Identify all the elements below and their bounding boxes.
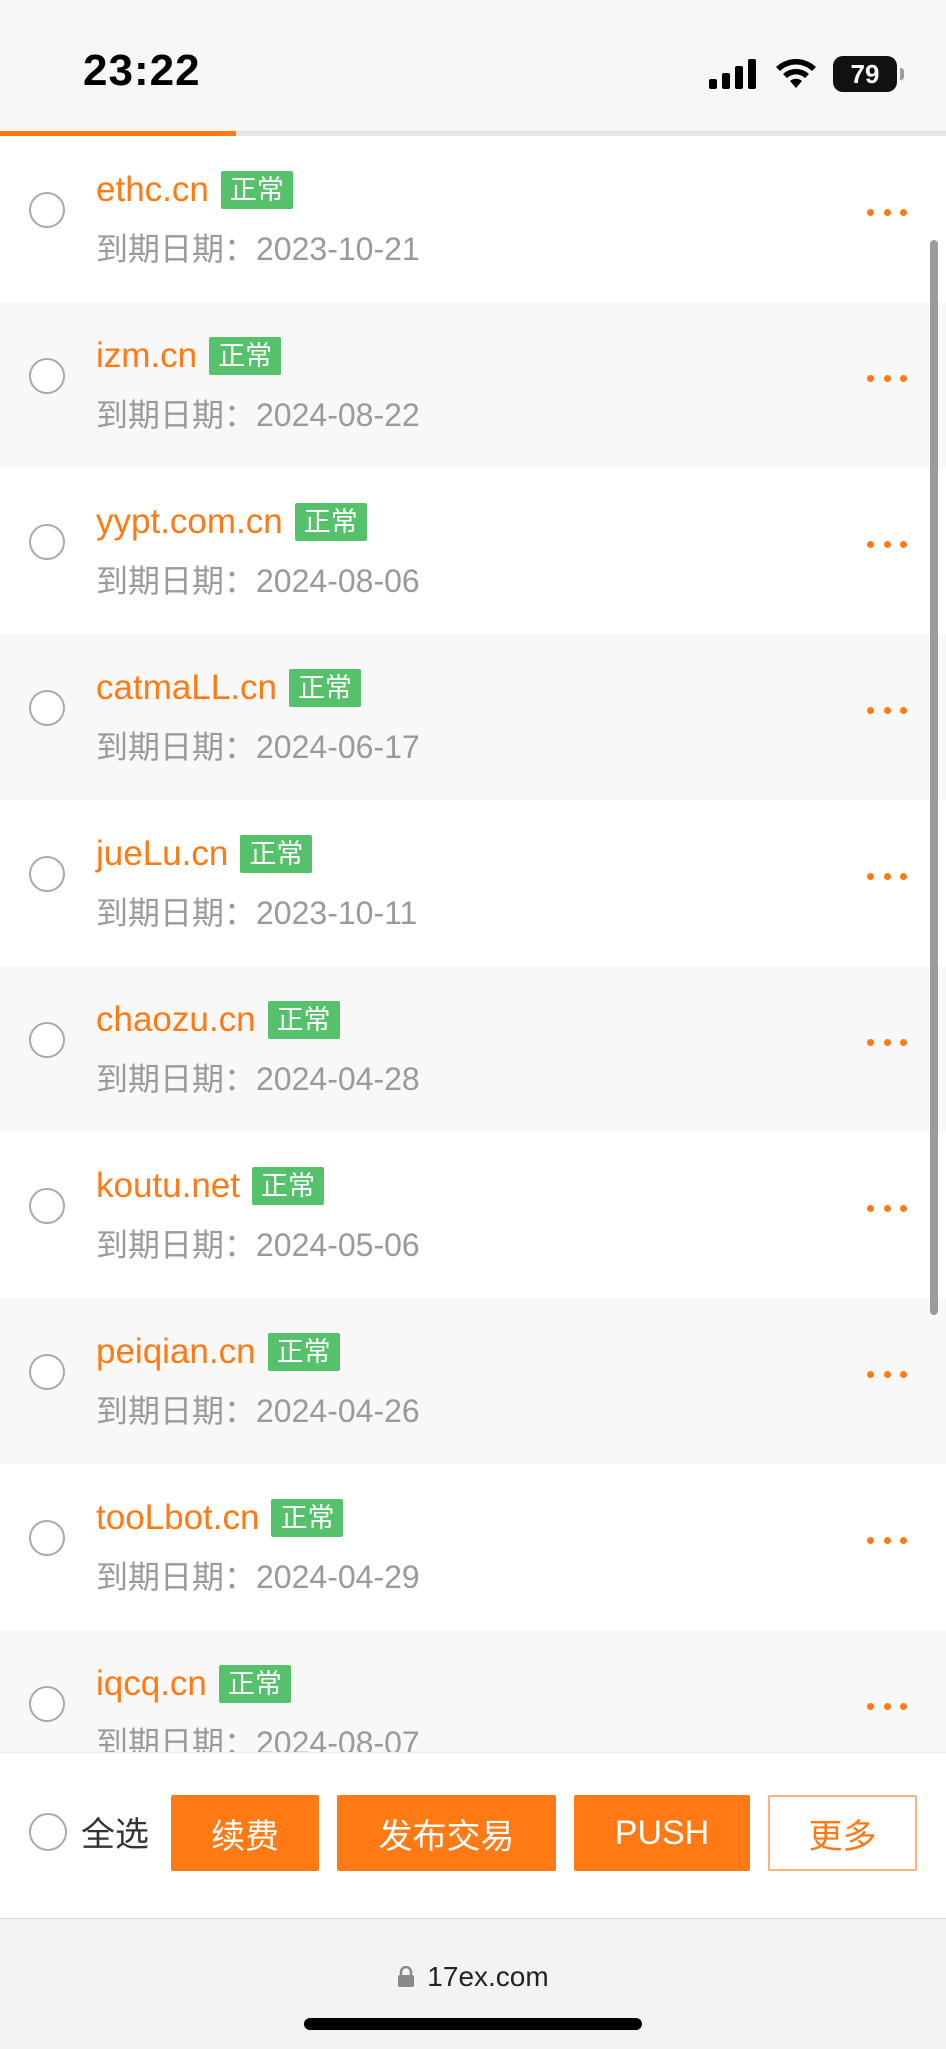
domain-name[interactable]: tooLbot.cn — [96, 1496, 259, 1540]
url-display[interactable]: 17ex.com — [0, 1961, 946, 1993]
row-radio[interactable] — [29, 1686, 65, 1722]
row-radio[interactable] — [29, 1354, 65, 1390]
status-bar: 23:22 79 — [0, 0, 946, 132]
scrollbar[interactable] — [930, 240, 938, 1315]
domain-name[interactable]: catmaLL.cn — [96, 666, 277, 710]
expiry-date: 到期日期：2024-06-17 — [96, 729, 420, 765]
domain-row[interactable]: iqcq.cn 正常 到期日期：2024-08-07 — [0, 1630, 946, 1752]
status-badge: 正常 — [288, 669, 361, 707]
domain-name[interactable]: jueLu.cn — [96, 832, 228, 876]
row-radio[interactable] — [29, 1520, 65, 1556]
expiry-date: 到期日期：2024-05-06 — [96, 1227, 420, 1263]
battery-icon: 79 — [833, 56, 904, 92]
row-radio[interactable] — [29, 690, 65, 726]
lock-icon — [398, 1966, 415, 1987]
domain-name[interactable]: koutu.net — [96, 1164, 240, 1208]
row-radio[interactable] — [29, 192, 65, 228]
push-button[interactable]: PUSH — [574, 1795, 750, 1871]
status-badge: 正常 — [252, 1167, 324, 1205]
more-button[interactable]: 更多 — [768, 1795, 917, 1871]
url-text[interactable]: 17ex.com — [427, 1961, 548, 1993]
domain-row[interactable]: tooLbot.cn 正常 到期日期：2024-04-29 — [0, 1464, 946, 1630]
expiry-date: 到期日期：2024-04-26 — [96, 1393, 420, 1429]
row-radio[interactable] — [29, 856, 65, 892]
domain-row[interactable]: yypt.com.cn 正常 到期日期：2024-08-06 — [0, 468, 946, 634]
home-indicator[interactable] — [304, 2018, 642, 2030]
select-all-control[interactable]: 全选 — [29, 1807, 149, 1856]
row-radio[interactable] — [29, 1188, 65, 1224]
more-options-icon[interactable] — [867, 1202, 907, 1214]
expiry-date: 到期日期：2024-08-22 — [96, 397, 420, 433]
domain-name[interactable]: peiqian.cn — [96, 1330, 256, 1374]
status-badge: 正常 — [240, 835, 313, 873]
domain-row[interactable]: izm.cn 正常 到期日期：2024-08-22 — [0, 302, 946, 468]
select-all-label[interactable]: 全选 — [81, 1807, 149, 1856]
battery-level: 79 — [850, 58, 880, 89]
row-radio[interactable] — [29, 1022, 65, 1058]
status-badge: 正常 — [267, 1001, 340, 1039]
more-options-icon[interactable] — [867, 1368, 907, 1380]
domain-row[interactable]: koutu.net 正常 到期日期：2024-05-06 — [0, 1132, 946, 1298]
more-options-icon[interactable] — [867, 1700, 907, 1712]
domain-list[interactable]: ethc.cn 正常 到期日期：2023-10-21 izm.cn 正常 到期日… — [0, 136, 946, 1752]
select-all-radio[interactable] — [29, 1812, 67, 1851]
domain-name[interactable]: iqcq.cn — [96, 1662, 207, 1706]
domain-row[interactable]: jueLu.cn 正常 到期日期：2023-10-11 — [0, 800, 946, 966]
expiry-date: 到期日期：2024-08-06 — [96, 563, 420, 599]
browser-address-bar[interactable]: 17ex.com — [0, 1918, 946, 2049]
domain-name[interactable]: izm.cn — [96, 334, 197, 378]
status-icons: 79 — [709, 54, 904, 94]
more-options-icon[interactable] — [867, 704, 907, 716]
domain-row[interactable]: catmaLL.cn 正常 到期日期：2024-06-17 — [0, 634, 946, 800]
bottom-action-bar: 全选 续费 发布交易 PUSH 更多 — [0, 1752, 946, 1919]
expiry-date: 到期日期：2024-04-28 — [96, 1061, 420, 1097]
status-badge: 正常 — [294, 503, 367, 541]
status-badge: 正常 — [267, 1333, 340, 1371]
wifi-icon — [776, 59, 816, 88]
domain-name[interactable]: chaozu.cn — [96, 998, 256, 1042]
more-options-icon[interactable] — [867, 1036, 907, 1048]
more-options-icon[interactable] — [867, 1534, 907, 1546]
domain-name[interactable]: yypt.com.cn — [96, 500, 283, 544]
row-radio[interactable] — [29, 524, 65, 560]
more-options-icon[interactable] — [867, 538, 907, 550]
domain-row[interactable]: peiqian.cn 正常 到期日期：2024-04-26 — [0, 1298, 946, 1464]
status-badge: 正常 — [209, 337, 282, 375]
more-options-icon[interactable] — [867, 372, 907, 384]
domain-row[interactable]: chaozu.cn 正常 到期日期：2024-04-28 — [0, 966, 946, 1132]
more-options-icon[interactable] — [867, 870, 907, 882]
status-badge: 正常 — [218, 1665, 291, 1703]
expiry-date: 到期日期：2023-10-21 — [96, 231, 420, 267]
expiry-date: 到期日期：2024-08-07 — [96, 1725, 420, 1752]
status-badge: 正常 — [271, 1499, 344, 1537]
publish-trade-button[interactable]: 发布交易 — [337, 1795, 556, 1871]
expiry-date: 到期日期：2024-04-29 — [96, 1559, 420, 1595]
more-options-icon[interactable] — [867, 206, 907, 218]
expiry-date: 到期日期：2023-10-11 — [96, 895, 418, 931]
status-badge: 正常 — [220, 171, 293, 209]
row-radio[interactable] — [29, 358, 65, 394]
status-time: 23:22 — [83, 46, 201, 95]
domain-row[interactable]: ethc.cn 正常 到期日期：2023-10-21 — [0, 136, 946, 302]
renew-button[interactable]: 续费 — [171, 1795, 319, 1871]
domain-name[interactable]: ethc.cn — [96, 168, 209, 212]
cellular-signal-icon — [709, 59, 756, 89]
